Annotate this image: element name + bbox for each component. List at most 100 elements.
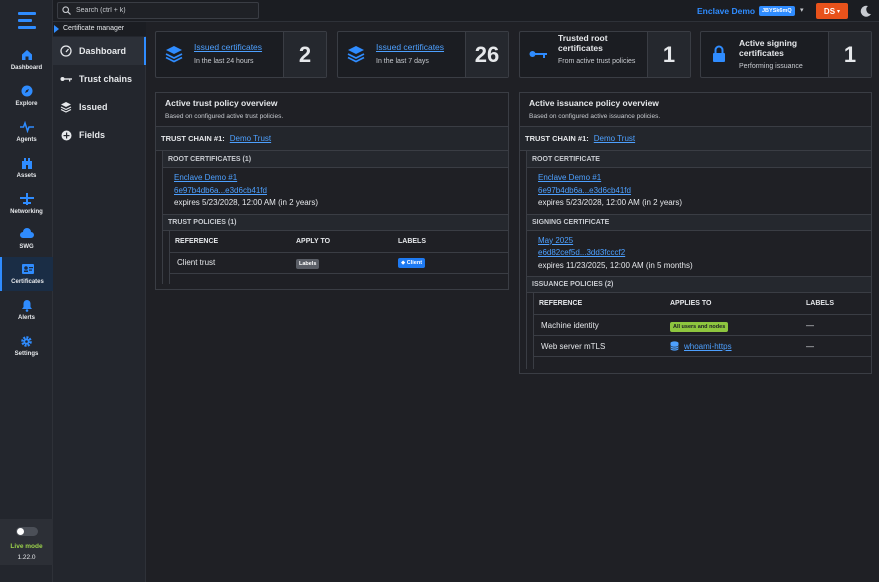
key-icon	[528, 44, 548, 64]
card-value: 1	[828, 32, 871, 77]
sidebar-item-label: Fields	[79, 130, 106, 140]
search-box[interactable]	[57, 2, 259, 19]
rail-item-certificates[interactable]: Certificates	[0, 257, 53, 291]
rail-item-alerts[interactable]: Alerts	[0, 293, 53, 327]
sidebar-item-issued[interactable]: Issued	[53, 93, 146, 121]
rail-item-swg[interactable]: SWG	[0, 222, 53, 256]
database-icon	[670, 341, 679, 351]
pulse-icon	[19, 120, 34, 134]
rail-item-explore[interactable]: Explore	[0, 79, 53, 113]
stat-card-signing: Active signing certificates Performing i…	[700, 31, 872, 78]
rail-item-settings[interactable]: Settings	[0, 329, 53, 363]
user-initials: DS	[823, 6, 836, 16]
trust-chain-label: TRUST CHAIN #1:	[161, 134, 225, 143]
live-mode-toggle[interactable]	[15, 527, 38, 536]
policy-reference[interactable]: Machine identity	[534, 321, 670, 330]
building-icon	[20, 156, 34, 170]
applies-to-badge: All users and nodes	[670, 321, 729, 332]
stat-card-issued-24h: Issued certificates In the last 24 hours…	[155, 31, 327, 78]
certificate-hash-link[interactable]: 6e97b4db6a...e3d6cb41fd	[538, 185, 871, 198]
rail-item-assets[interactable]: Assets	[0, 151, 53, 185]
stat-card-issued-7d: Issued certificates In the last 7 days 2…	[337, 31, 509, 78]
certificate-name-link[interactable]: Enclave Demo #1	[538, 172, 871, 185]
card-title-link[interactable]: Issued certificates	[376, 42, 444, 52]
card-value: 1	[647, 32, 690, 77]
certificate-expiry: expires 11/23/2025, 12:00 AM (in 5 month…	[538, 260, 693, 270]
card-subtitle: Performing issuance	[739, 63, 803, 70]
trust-chain-link[interactable]: Demo Trust	[594, 134, 635, 143]
gear-icon	[20, 334, 34, 348]
policy-reference[interactable]: Client trust	[170, 258, 296, 267]
user-menu-button[interactable]: DS ▾	[816, 3, 848, 19]
issuance-policy-panel: Active issuance policy overview Based on…	[519, 92, 872, 374]
trust-chain-label: TRUST CHAIN #1:	[525, 134, 589, 143]
live-mode-panel: Live mode 1.22.0	[0, 519, 53, 565]
layers-icon	[60, 101, 72, 113]
policy-reference[interactable]: Web server mTLS	[534, 342, 670, 351]
column-header: REFERENCE	[175, 237, 219, 245]
card-title: Trusted root certificates	[558, 33, 608, 53]
trust-chain-link[interactable]: Demo Trust	[230, 134, 271, 143]
theme-toggle-icon[interactable]	[859, 4, 873, 18]
stat-card-trusted-roots: Trusted root certificates From active tr…	[519, 31, 691, 78]
org-name[interactable]: Enclave Demo	[697, 6, 755, 16]
table-header: REFERENCE APPLIES TO LABELS	[534, 293, 871, 315]
rail-item-label: Dashboard	[10, 65, 43, 71]
table-row[interactable]: Client trust Labels ◆ Client	[170, 253, 508, 274]
org-dropdown-icon[interactable]: ▾	[800, 6, 804, 14]
cloud-icon	[19, 227, 34, 241]
home-icon	[20, 48, 34, 62]
table-row[interactable]: Machine identity All users and nodes —	[534, 315, 871, 336]
card-subtitle: In the last 24 hours	[194, 58, 254, 65]
bell-icon	[20, 298, 34, 312]
trust-policy-panel: Active trust policy overview Based on co…	[155, 92, 509, 290]
rail-item-label: Explore	[15, 101, 38, 107]
trust-chain-header: TRUST CHAIN #1: Demo Trust	[156, 127, 508, 151]
rail-item-networking[interactable]: Networking	[0, 187, 53, 221]
rail-item-dashboard[interactable]: Dashboard	[0, 43, 53, 77]
label-badge: ◆ Client	[398, 257, 426, 268]
trust-policies-table: REFERENCE APPLY TO LABELS Client trust L…	[169, 230, 508, 284]
network-icon	[19, 192, 34, 206]
sidebar-item-trust-chains[interactable]: Trust chains	[53, 65, 146, 93]
card-value: 2	[283, 32, 326, 77]
search-icon	[62, 6, 71, 15]
table-row[interactable]: Web server mTLS whoami-https —	[534, 336, 871, 357]
app-logo[interactable]	[0, 0, 53, 40]
section-header-policies: TRUST POLICIES (1)	[163, 213, 508, 231]
certificate-hash-link[interactable]: 6e97b4db6a...e3d6cb41fd	[174, 185, 508, 198]
card-title-link[interactable]: Issued certificates	[194, 42, 262, 52]
apply-to-badge: Labels	[296, 259, 320, 269]
panel-title: Active trust policy overview	[165, 98, 278, 108]
certificate-hash-link[interactable]: e6d82cef5d...3dd3fcccf2	[538, 247, 871, 260]
rail-item-label: Settings	[14, 351, 39, 357]
rail-item-agents[interactable]: Agents	[0, 115, 53, 149]
rail-item-label: SWG	[19, 244, 34, 250]
sidebar-section-title: Certificate manager	[53, 22, 146, 36]
section-header-root: ROOT CERTIFICATES (1)	[163, 151, 508, 168]
search-input[interactable]	[76, 7, 256, 14]
layers-icon	[164, 44, 184, 64]
certificate-name-link[interactable]: May 2025	[538, 235, 871, 248]
layers-icon	[346, 44, 366, 64]
sidebar-item-fields[interactable]: Fields	[53, 121, 146, 149]
top-bar: Enclave Demo JBYSk6mQ ▾ DS ▾	[53, 0, 879, 22]
table-header: REFERENCE APPLY TO LABELS	[170, 231, 508, 253]
rail-item-label: Assets	[16, 173, 37, 179]
applies-to-link[interactable]: whoami-https	[670, 341, 806, 351]
certificate-icon	[21, 262, 35, 276]
section-header-signing: SIGNING CERTIFICATE	[527, 213, 871, 231]
certificate-expiry: expires 5/23/2028, 12:00 AM (in 2 years)	[538, 198, 683, 207]
sidebar-item-dashboard[interactable]: Dashboard	[53, 37, 146, 65]
trust-chain-header: TRUST CHAIN #1: Demo Trust	[520, 127, 871, 151]
policy-labels: —	[806, 341, 814, 351]
certificate-name-link[interactable]: Enclave Demo #1	[174, 172, 508, 185]
column-header: APPLY TO	[296, 237, 331, 245]
sidebar-item-label: Issued	[79, 102, 108, 112]
version-label: 1.22.0	[17, 554, 36, 561]
main-rail: Dashboard Explore Agents Assets Networki…	[0, 0, 53, 582]
rail-item-label: Alerts	[17, 315, 35, 321]
section-header-root: ROOT CERTIFICATE	[527, 151, 871, 168]
column-header: REFERENCE	[539, 300, 583, 307]
org-id-badge: JBYSk6mQ	[759, 6, 795, 16]
